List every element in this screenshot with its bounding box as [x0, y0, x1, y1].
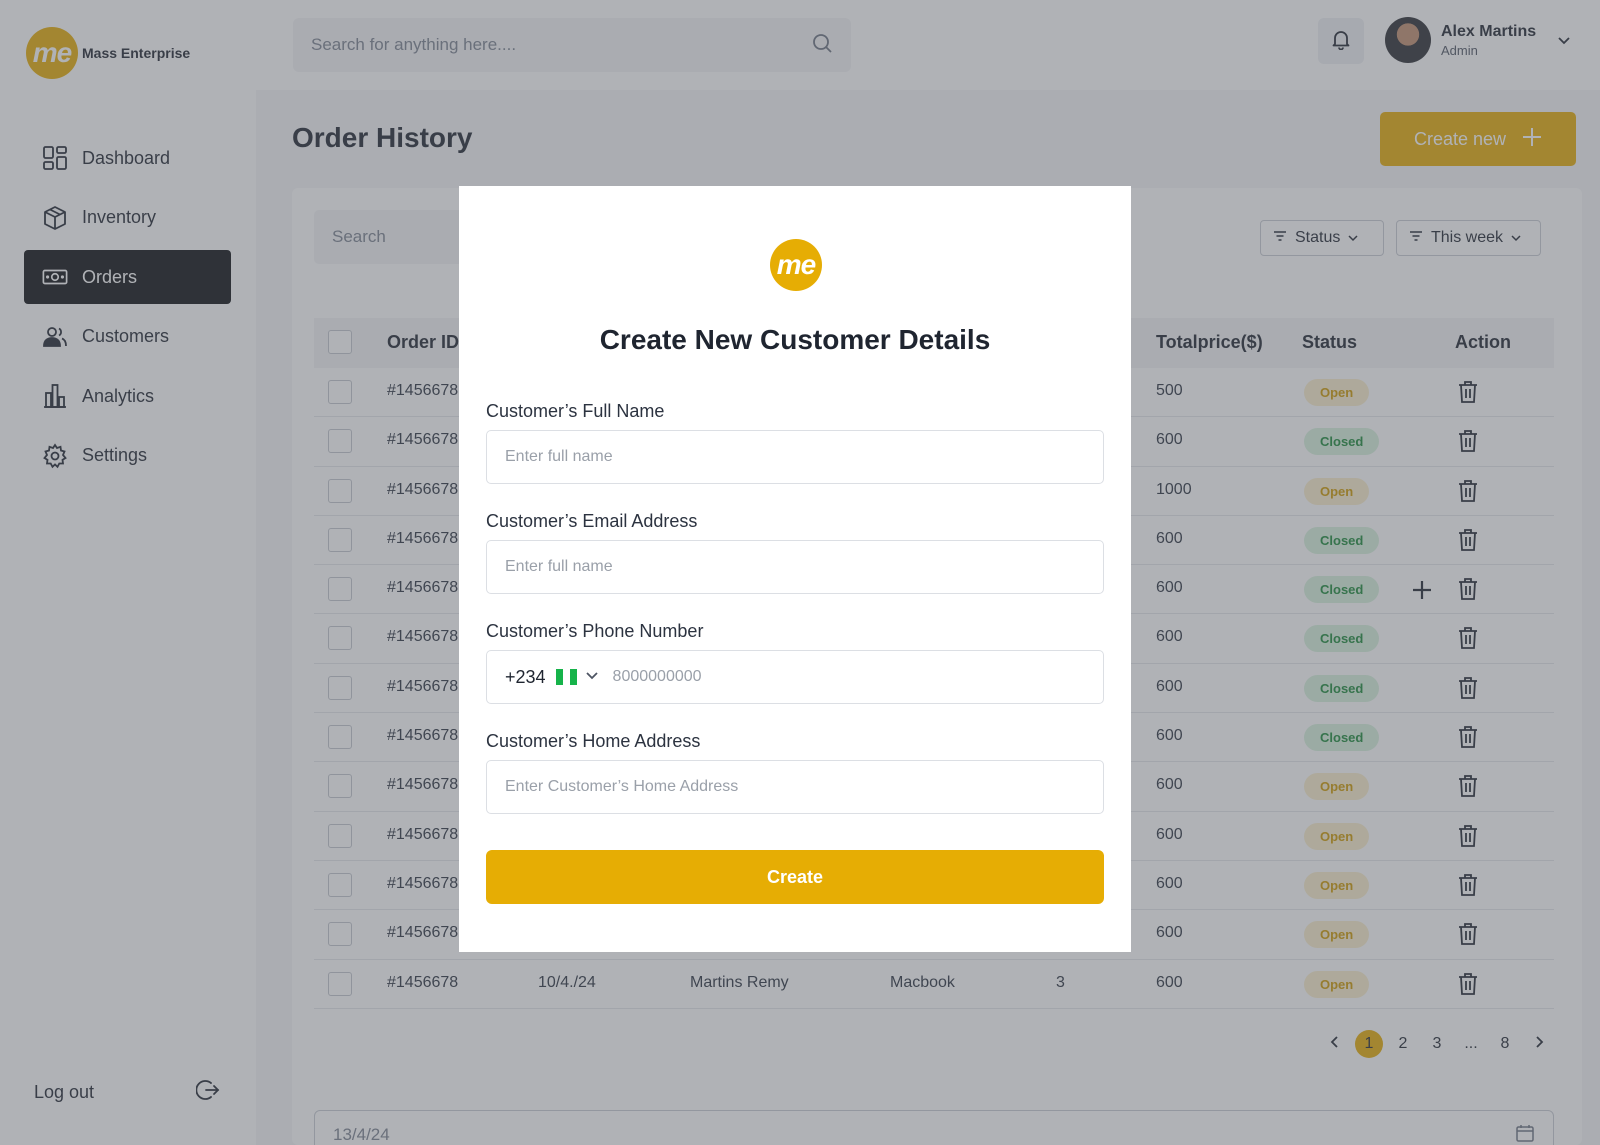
- phone-number-input[interactable]: [598, 652, 1103, 702]
- email-label: Customer’s Email Address: [486, 511, 698, 531]
- modal-title: Create New Customer Details: [599, 324, 991, 355]
- full-name-label: Customer’s Full Name: [486, 401, 665, 421]
- modal-logo: me: [770, 239, 822, 291]
- country-code[interactable]: +234: [505, 667, 546, 688]
- create-button[interactable]: Create: [486, 850, 1104, 904]
- full-name-field[interactable]: [486, 430, 1104, 484]
- address-label: Customer’s Home Address: [486, 731, 701, 751]
- chevron-down-icon[interactable]: [585, 668, 599, 686]
- create-customer-modal: me Create New Customer Details Customer’…: [459, 186, 1131, 952]
- phone-field-group: +234: [486, 650, 1104, 704]
- phone-label: Customer’s Phone Number: [486, 621, 704, 641]
- address-field[interactable]: [486, 760, 1104, 814]
- nigeria-flag-icon: [555, 669, 577, 685]
- email-field[interactable]: [486, 540, 1104, 594]
